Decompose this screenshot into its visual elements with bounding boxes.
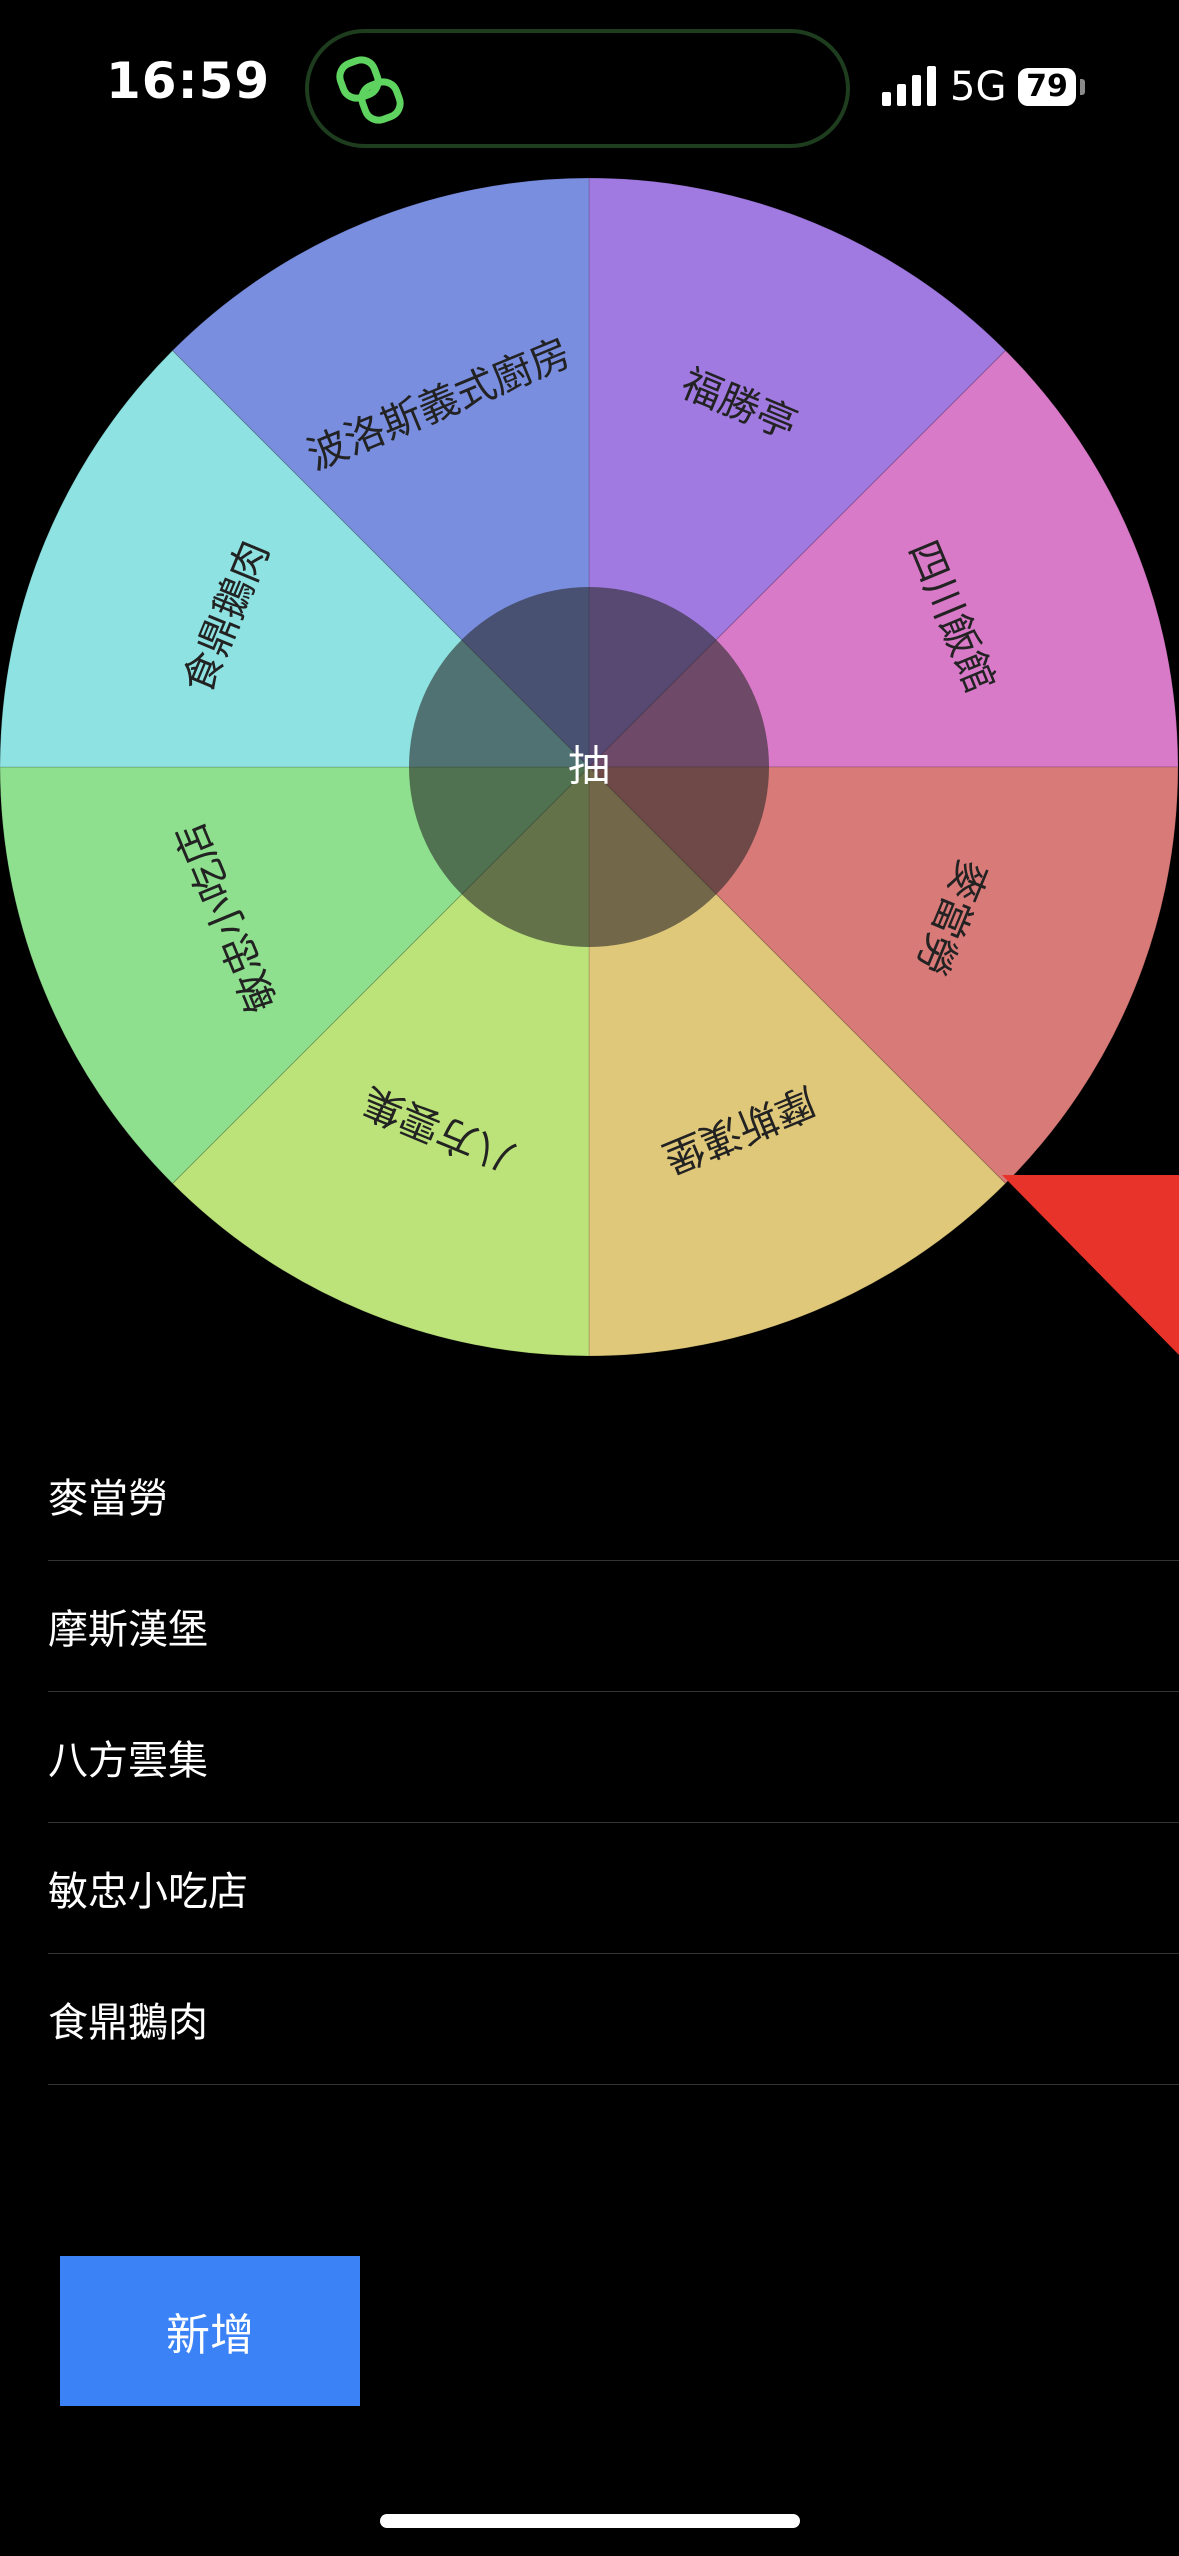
dynamic-island — [305, 29, 850, 148]
home-indicator — [380, 2514, 800, 2528]
list-item-label: 八方雲集 — [48, 1738, 208, 1784]
cellular-signal-icon — [882, 66, 936, 106]
status-time: 16:59 — [106, 52, 271, 110]
list-item[interactable]: 敏忠小吃店 — [48, 1823, 1179, 1954]
list-item[interactable]: 摩斯漢堡 — [48, 1561, 1179, 1692]
spin-wheel[interactable]: 福勝亭四川飯館麥當勞摩斯漢堡八方雲集敏忠小吃店食鼎鵝肉波洛斯義式廚房抽 — [0, 177, 1179, 1357]
network-type: 5G — [950, 64, 1007, 110]
list-item-label: 摩斯漢堡 — [48, 1607, 208, 1653]
restaurant-list: 麥當勞 摩斯漢堡 八方雲集 敏忠小吃店 食鼎鵝肉 — [48, 1430, 1179, 2085]
status-bar: 16:59 5G 79 — [0, 0, 1179, 170]
battery-icon: 79 — [1018, 68, 1076, 106]
add-button[interactable]: 新增 — [60, 2256, 360, 2406]
spin-center-label: 抽 — [568, 742, 610, 791]
battery-tip — [1080, 79, 1085, 95]
list-item-label: 敏忠小吃店 — [48, 1869, 248, 1915]
list-item-label: 食鼎鵝肉 — [48, 2000, 208, 2046]
list-item[interactable]: 食鼎鵝肉 — [48, 1954, 1179, 2085]
list-item[interactable]: 麥當勞 — [48, 1430, 1179, 1561]
list-item[interactable]: 八方雲集 — [48, 1692, 1179, 1823]
link-app-icon — [336, 56, 404, 124]
list-item-label: 麥當勞 — [48, 1476, 168, 1522]
